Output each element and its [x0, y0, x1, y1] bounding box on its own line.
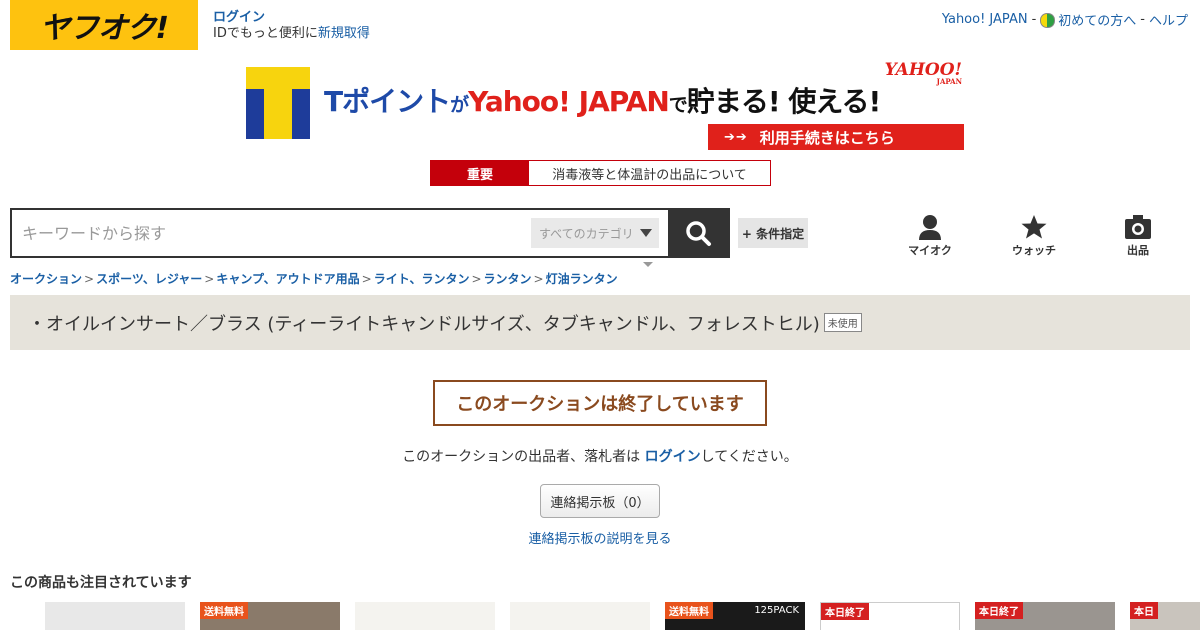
recommend-item[interactable]: [355, 602, 495, 630]
top-link-separator: -: [1140, 12, 1145, 27]
recommend-title: この商品も注目されています: [10, 575, 192, 591]
tpoint-logo-icon: [246, 67, 310, 139]
category-select[interactable]: すべてのカテゴリ: [531, 218, 659, 248]
login-note: IDでもっと便利に: [213, 26, 318, 41]
pack-label: 125PACK: [754, 605, 799, 616]
banner-cta-button[interactable]: ➔➔ 利用手続きはこちら: [708, 124, 964, 150]
register-link[interactable]: 新規取得: [318, 26, 370, 41]
yahoo-japan-logo: YAHOO! JAPAN: [884, 60, 962, 86]
recommend-item[interactable]: 本日終了: [975, 602, 1115, 630]
nav-watch[interactable]: ウォッチ: [1004, 214, 1064, 258]
category-select-value: すべてのカテゴリ: [539, 226, 634, 241]
nav-watch-label: ウォッチ: [1012, 244, 1056, 257]
search-button[interactable]: [668, 210, 728, 256]
free-shipping-badge: 送料無料: [200, 602, 248, 619]
nav-myauction[interactable]: マイオク: [900, 214, 960, 258]
notice-text: 消毒液等と体温計の出品について: [552, 167, 747, 183]
message-board-help-link[interactable]: 連絡掲示板の説明を見る: [0, 528, 1200, 547]
notice-tag: 重要: [431, 161, 529, 185]
breadcrumb-item[interactable]: 灯油ランタン: [546, 272, 618, 286]
item-title: ・オイルインサート／ブラス (ティーライトキャンドルサイズ、タブキャンドル、フォ…: [28, 313, 820, 335]
recommend-item[interactable]: [45, 602, 185, 630]
important-notice[interactable]: 重要 消毒液等と体温計の出品について: [430, 160, 771, 186]
ending-today-badge: 本日終了: [821, 603, 869, 620]
breadcrumb-item[interactable]: スポーツ、レジャー: [96, 272, 202, 286]
search-box: すべてのカテゴリ: [10, 208, 730, 258]
caret-down-icon: [643, 262, 653, 267]
condition-button[interactable]: + 条件指定: [738, 218, 808, 248]
help-link[interactable]: ヘルプ: [1149, 10, 1188, 29]
breadcrumb-item[interactable]: ライト、ランタン: [374, 272, 470, 286]
search-icon: [686, 221, 711, 246]
top-link-separator: -: [1031, 12, 1037, 27]
auction-ended-message: このオークションは終了しています: [433, 380, 767, 426]
breadcrumb-item[interactable]: ランタン: [484, 272, 532, 286]
ending-today-badge: 本日終了: [975, 602, 1023, 619]
yahoo-japan-link[interactable]: Yahoo! JAPAN: [942, 12, 1028, 27]
breadcrumb-item[interactable]: キャンプ、アウトドア用品: [216, 272, 359, 286]
camera-icon: [1125, 215, 1151, 239]
message-board-button[interactable]: 連絡掲示板（0）: [540, 484, 660, 518]
recommend-item[interactable]: 送料無料 125PACK: [665, 602, 805, 630]
condition-badge: 未使用: [823, 313, 862, 332]
user-icon: [919, 215, 941, 240]
breadcrumb: オークション > スポーツ、レジャー > キャンプ、アウトドア用品 > ライト、ランタン > ラ…: [10, 272, 618, 286]
ending-today-badge: 本日: [1130, 602, 1158, 619]
login-link[interactable]: ログイン: [213, 10, 265, 25]
tpoint-banner[interactable]: TポイントがYahoo! JAPANで貯まる! 使える! YAHOO! JAPAN…: [244, 62, 966, 152]
ended-login-link[interactable]: ログイン: [645, 449, 701, 465]
ended-note: このオークションの出品者、落札者は ログインしてください。: [402, 449, 798, 465]
free-shipping-badge: 送料無料: [665, 602, 713, 619]
nav-sell[interactable]: 出品: [1108, 214, 1168, 258]
recommend-item[interactable]: 本日: [1130, 602, 1200, 630]
yahuoku-logo[interactable]: ヤフオク!: [10, 0, 198, 50]
beginner-mark-icon: [1040, 12, 1056, 28]
star-icon: [1021, 215, 1047, 239]
breadcrumb-item[interactable]: オークション: [10, 272, 82, 286]
recommend-item[interactable]: [510, 602, 650, 630]
logo-text: ヤフオク!: [39, 11, 169, 46]
banner-cta-label: 利用手続きはこちら: [759, 128, 895, 147]
top-links: Yahoo! JAPAN - 初めての方へ - ヘルプ: [942, 10, 1188, 29]
recommend-item[interactable]: 送料無料: [200, 602, 340, 630]
chevron-down-icon: [639, 229, 652, 237]
nav-myauction-label: マイオク: [908, 244, 952, 257]
item-title-bar: ・オイルインサート／ブラス (ティーライトキャンドルサイズ、タブキャンドル、フォ…: [10, 295, 1190, 350]
login-box: ログイン IDでもっと便利に新規取得: [213, 10, 370, 42]
beginner-link[interactable]: 初めての方へ: [1058, 10, 1136, 29]
banner-headline: TポイントがYahoo! JAPANで貯まる! 使える!: [324, 85, 881, 118]
nav-sell-label: 出品: [1127, 244, 1149, 257]
arrow-right-icon: ➔➔: [724, 129, 748, 145]
recommend-item[interactable]: 本日終了: [820, 602, 960, 630]
